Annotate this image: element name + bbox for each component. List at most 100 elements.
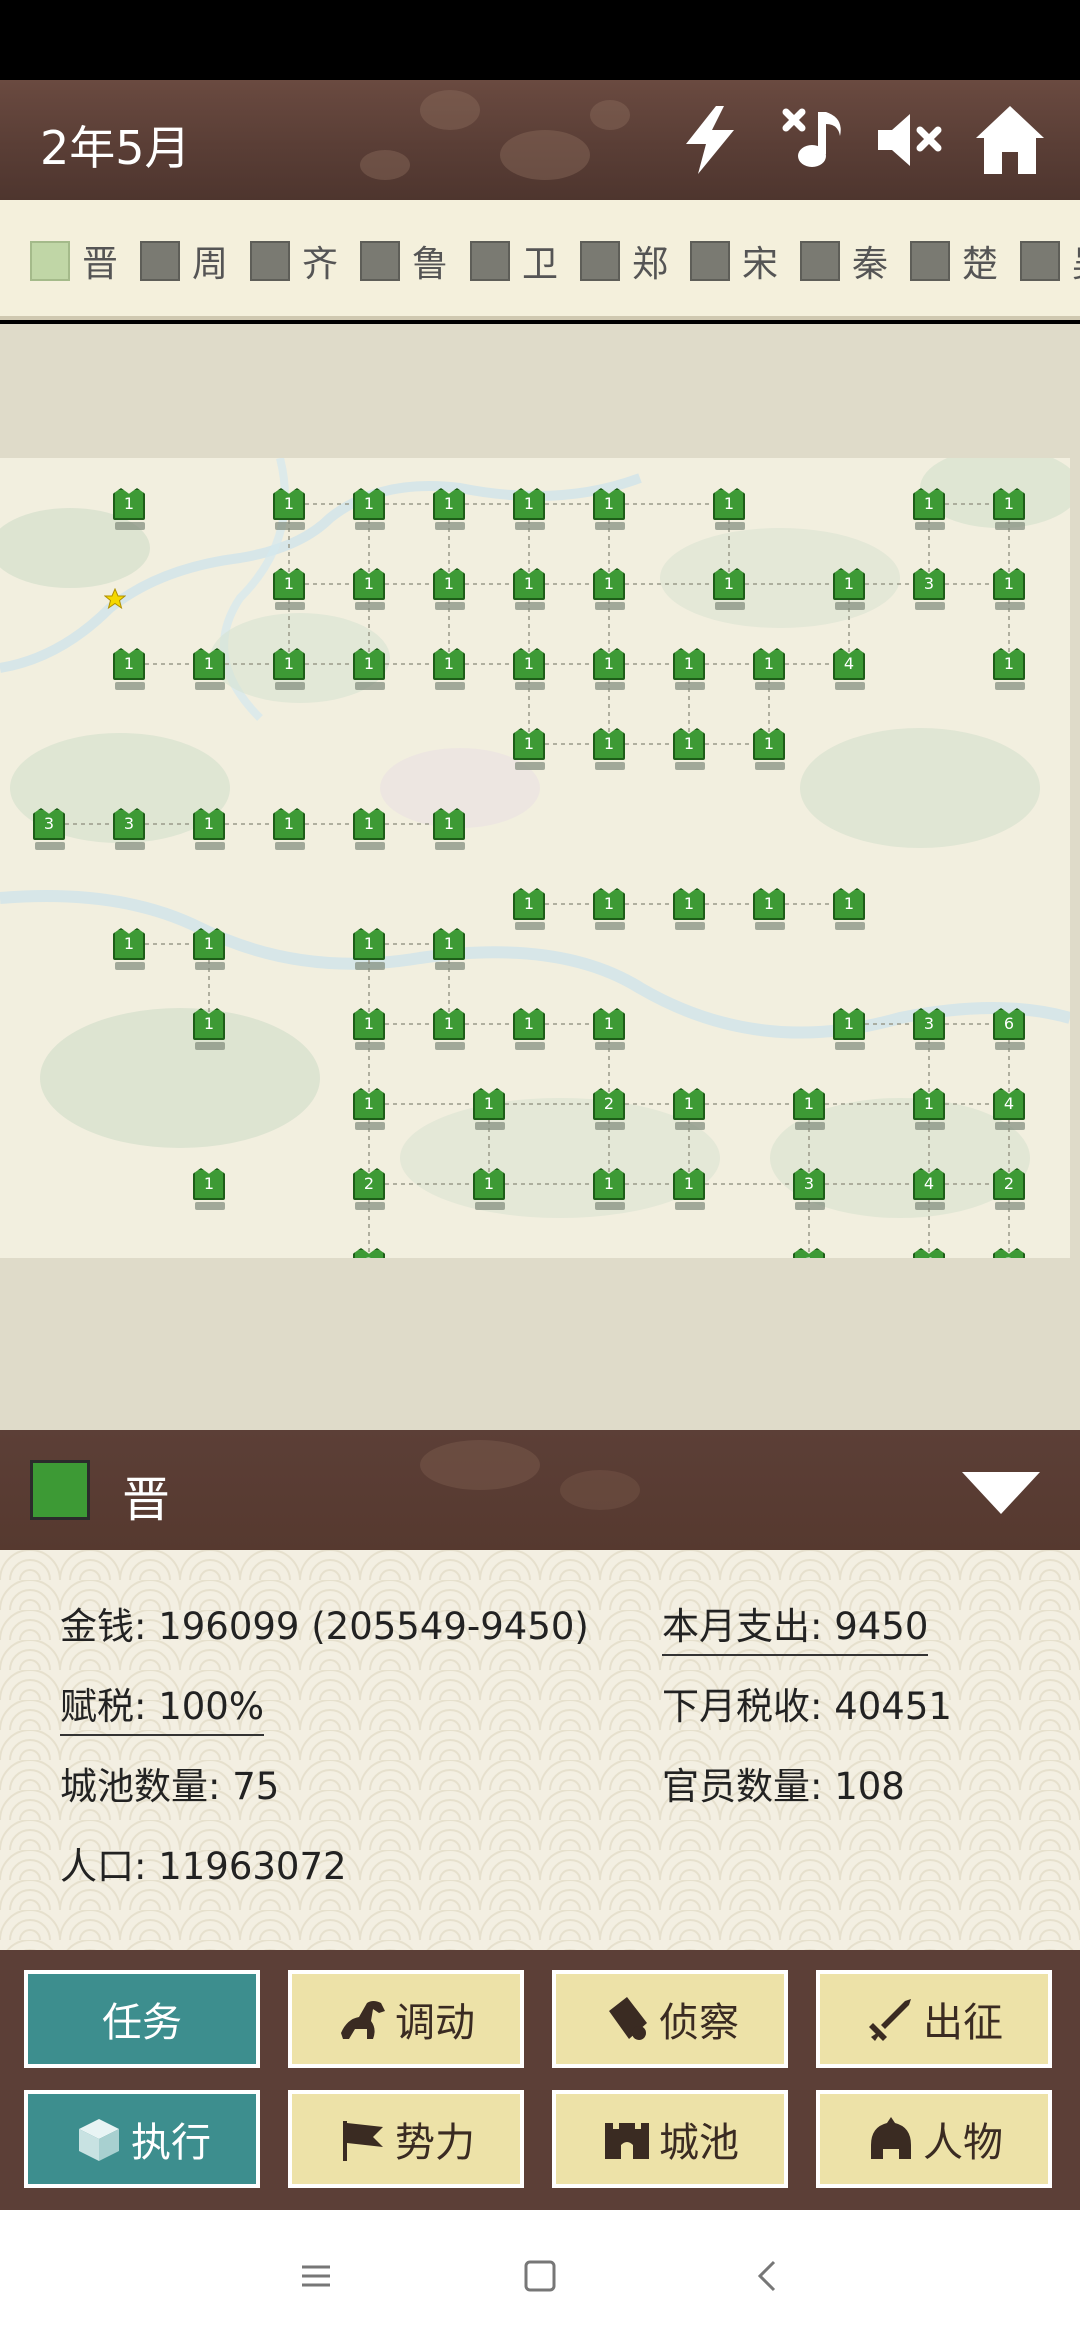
city-marker[interactable]: 1 <box>193 648 227 696</box>
city-marker[interactable]: 1 <box>353 488 387 536</box>
city-marker[interactable]: 1 <box>433 488 467 536</box>
city-marker[interactable]: 4 <box>913 1248 947 1258</box>
city-marker[interactable]: 1 <box>993 648 1027 696</box>
city-marker[interactable]: 1 <box>993 568 1027 616</box>
city-marker[interactable]: 1 <box>833 888 867 936</box>
city-marker[interactable]: 3 <box>913 1008 947 1056</box>
city-marker[interactable]: 1 <box>193 808 227 856</box>
city-marker[interactable]: 2 <box>353 1168 387 1216</box>
city-marker[interactable]: 1 <box>353 808 387 856</box>
world-map[interactable]: 1 1 1 1 1 1 1 1 1 1 1 1 1 1 1 1 3 1 1 1 1 1 1 1 1 1 1 4 1 1 1 1 1 3 3 1 1 1 1 1… <box>0 458 1070 1258</box>
transfer-button[interactable]: 调动 <box>288 1970 524 2068</box>
city-marker[interactable]: 1 <box>473 1168 507 1216</box>
city-marker[interactable]: 1 <box>753 728 787 776</box>
city-marker[interactable]: 4 <box>913 1168 947 1216</box>
city-marker[interactable]: 1 <box>353 568 387 616</box>
city-marker[interactable]: 3 <box>993 1248 1027 1258</box>
back-icon[interactable] <box>750 2258 786 2294</box>
city-marker[interactable]: 3 <box>113 808 147 856</box>
city-marker[interactable]: 1 <box>673 728 707 776</box>
city-marker[interactable]: 2 <box>353 1248 387 1258</box>
city-marker[interactable]: 1 <box>433 928 467 976</box>
collapse-arrow-icon[interactable] <box>960 1468 1042 1518</box>
city-marker[interactable]: 1 <box>513 568 547 616</box>
faction-tab[interactable]: 卫 <box>470 240 558 285</box>
city-marker[interactable]: 4 <box>833 648 867 696</box>
city-marker[interactable]: 1 <box>913 1088 947 1136</box>
faction-tab[interactable]: 齐 <box>250 240 338 285</box>
faction-tab[interactable]: 晋 <box>30 240 118 285</box>
tax-rate-link[interactable]: 赋税: 100% <box>60 1676 265 1736</box>
city-marker[interactable]: 3 <box>33 808 67 856</box>
city-marker[interactable]: 1 <box>673 648 707 696</box>
monthly-expense-link[interactable]: 本月支出: 9450 <box>662 1596 929 1656</box>
task-button[interactable]: 任务 <box>24 1970 260 2068</box>
city-marker[interactable]: 4 <box>993 1088 1027 1136</box>
city-marker[interactable]: 1 <box>673 1088 707 1136</box>
city-marker[interactable]: 1 <box>433 648 467 696</box>
city-marker[interactable]: 1 <box>913 488 947 536</box>
city-marker[interactable]: 3 <box>913 568 947 616</box>
city-marker[interactable]: 1 <box>713 488 747 536</box>
city-marker[interactable]: 1 <box>513 1008 547 1056</box>
city-marker[interactable]: 1 <box>513 648 547 696</box>
mute-icon[interactable] <box>872 102 948 178</box>
city-marker[interactable]: 1 <box>513 488 547 536</box>
city-marker[interactable]: 1 <box>113 488 147 536</box>
characters-button[interactable]: 人物 <box>816 2090 1052 2188</box>
city-marker[interactable]: 1 <box>793 1248 827 1258</box>
city-marker[interactable]: 1 <box>833 568 867 616</box>
expedition-button[interactable]: 出征 <box>816 1970 1052 2068</box>
lightning-icon[interactable] <box>672 102 748 178</box>
city-marker[interactable]: 1 <box>273 488 307 536</box>
city-marker[interactable]: 1 <box>193 1168 227 1216</box>
city-marker[interactable]: 1 <box>433 568 467 616</box>
city-marker[interactable]: 1 <box>673 888 707 936</box>
city-marker[interactable]: 6 <box>993 1008 1027 1056</box>
faction-tab[interactable]: 周 <box>140 240 228 285</box>
city-marker[interactable]: 1 <box>753 648 787 696</box>
city-marker[interactable]: 1 <box>593 728 627 776</box>
city-marker[interactable]: 2 <box>593 1088 627 1136</box>
city-marker[interactable]: 1 <box>993 488 1027 536</box>
city-marker[interactable]: 1 <box>273 808 307 856</box>
city-marker[interactable]: 1 <box>513 888 547 936</box>
home-square-icon[interactable] <box>522 2258 558 2294</box>
city-marker[interactable]: 1 <box>193 928 227 976</box>
city-marker[interactable]: 1 <box>593 488 627 536</box>
faction-tab[interactable]: 秦 <box>800 240 888 285</box>
city-marker[interactable]: 1 <box>713 568 747 616</box>
scout-button[interactable]: 侦察 <box>552 1970 788 2068</box>
city-marker[interactable]: 1 <box>433 808 467 856</box>
music-off-icon[interactable] <box>778 102 854 178</box>
cities-button[interactable]: 城池 <box>552 2090 788 2188</box>
city-marker[interactable]: 1 <box>593 568 627 616</box>
city-marker[interactable]: 1 <box>193 1008 227 1056</box>
city-marker[interactable]: 1 <box>273 568 307 616</box>
city-marker[interactable]: 1 <box>113 928 147 976</box>
city-marker[interactable]: 1 <box>353 1088 387 1136</box>
city-marker[interactable]: 1 <box>273 648 307 696</box>
city-marker[interactable]: 1 <box>833 1008 867 1056</box>
city-marker[interactable]: 1 <box>353 648 387 696</box>
city-marker[interactable]: 1 <box>113 648 147 696</box>
faction-tab[interactable]: 郑 <box>580 240 668 285</box>
city-marker[interactable]: 1 <box>353 1008 387 1056</box>
city-marker[interactable]: 1 <box>753 888 787 936</box>
city-marker[interactable]: 1 <box>353 928 387 976</box>
city-marker[interactable]: 1 <box>513 728 547 776</box>
home-icon[interactable] <box>972 102 1048 178</box>
city-marker[interactable]: 1 <box>793 1088 827 1136</box>
city-marker[interactable]: 1 <box>473 1088 507 1136</box>
city-marker[interactable]: 1 <box>593 1168 627 1216</box>
faction-tab[interactable]: 宋 <box>690 240 778 285</box>
faction-tab[interactable]: 鲁 <box>360 240 448 285</box>
city-marker[interactable]: 1 <box>593 888 627 936</box>
execute-button[interactable]: 执行 <box>24 2090 260 2188</box>
faction-tab[interactable]: 吴 <box>1020 240 1080 285</box>
faction-tab[interactable]: 楚 <box>910 240 998 285</box>
power-button[interactable]: 势力 <box>288 2090 524 2188</box>
city-marker[interactable]: 1 <box>433 1008 467 1056</box>
city-marker[interactable]: 1 <box>593 648 627 696</box>
city-marker[interactable]: 3 <box>793 1168 827 1216</box>
